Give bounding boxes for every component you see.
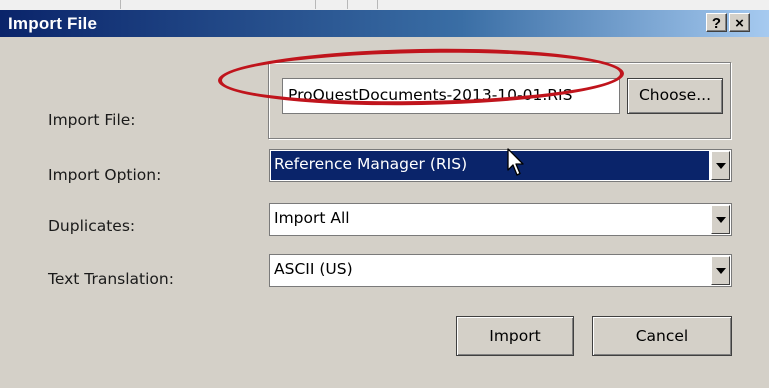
close-button[interactable]: ×: [729, 13, 750, 32]
text-translation-value: ASCII (US): [274, 260, 353, 278]
duplicates-dropdown-arrow-icon[interactable]: [711, 205, 730, 234]
mouse-cursor-icon: [507, 148, 524, 176]
import-option-value: Reference Manager (RIS): [274, 155, 468, 173]
import-option-select[interactable]: Reference Manager (RIS): [269, 149, 732, 182]
import-button[interactable]: Import: [456, 316, 574, 356]
import-option-label: Import Option:: [48, 166, 162, 184]
cancel-button[interactable]: Cancel: [592, 316, 732, 356]
text-translation-label: Text Translation:: [48, 270, 174, 288]
import-file-label: Import File:: [48, 111, 136, 129]
duplicates-label: Duplicates:: [48, 217, 136, 235]
duplicates-value: Import All: [274, 209, 350, 227]
help-button[interactable]: ?: [706, 13, 727, 32]
duplicates-select[interactable]: Import All: [269, 203, 732, 236]
text-translation-dropdown-arrow-icon[interactable]: [711, 256, 730, 285]
dialog-title: Import File: [8, 14, 98, 33]
choose-button[interactable]: Choose...: [627, 78, 723, 114]
text-translation-select[interactable]: ASCII (US): [269, 254, 732, 287]
import-option-dropdown-arrow-icon[interactable]: [711, 151, 730, 180]
dialog-titlebar[interactable]: Import File ? ×: [0, 10, 769, 37]
